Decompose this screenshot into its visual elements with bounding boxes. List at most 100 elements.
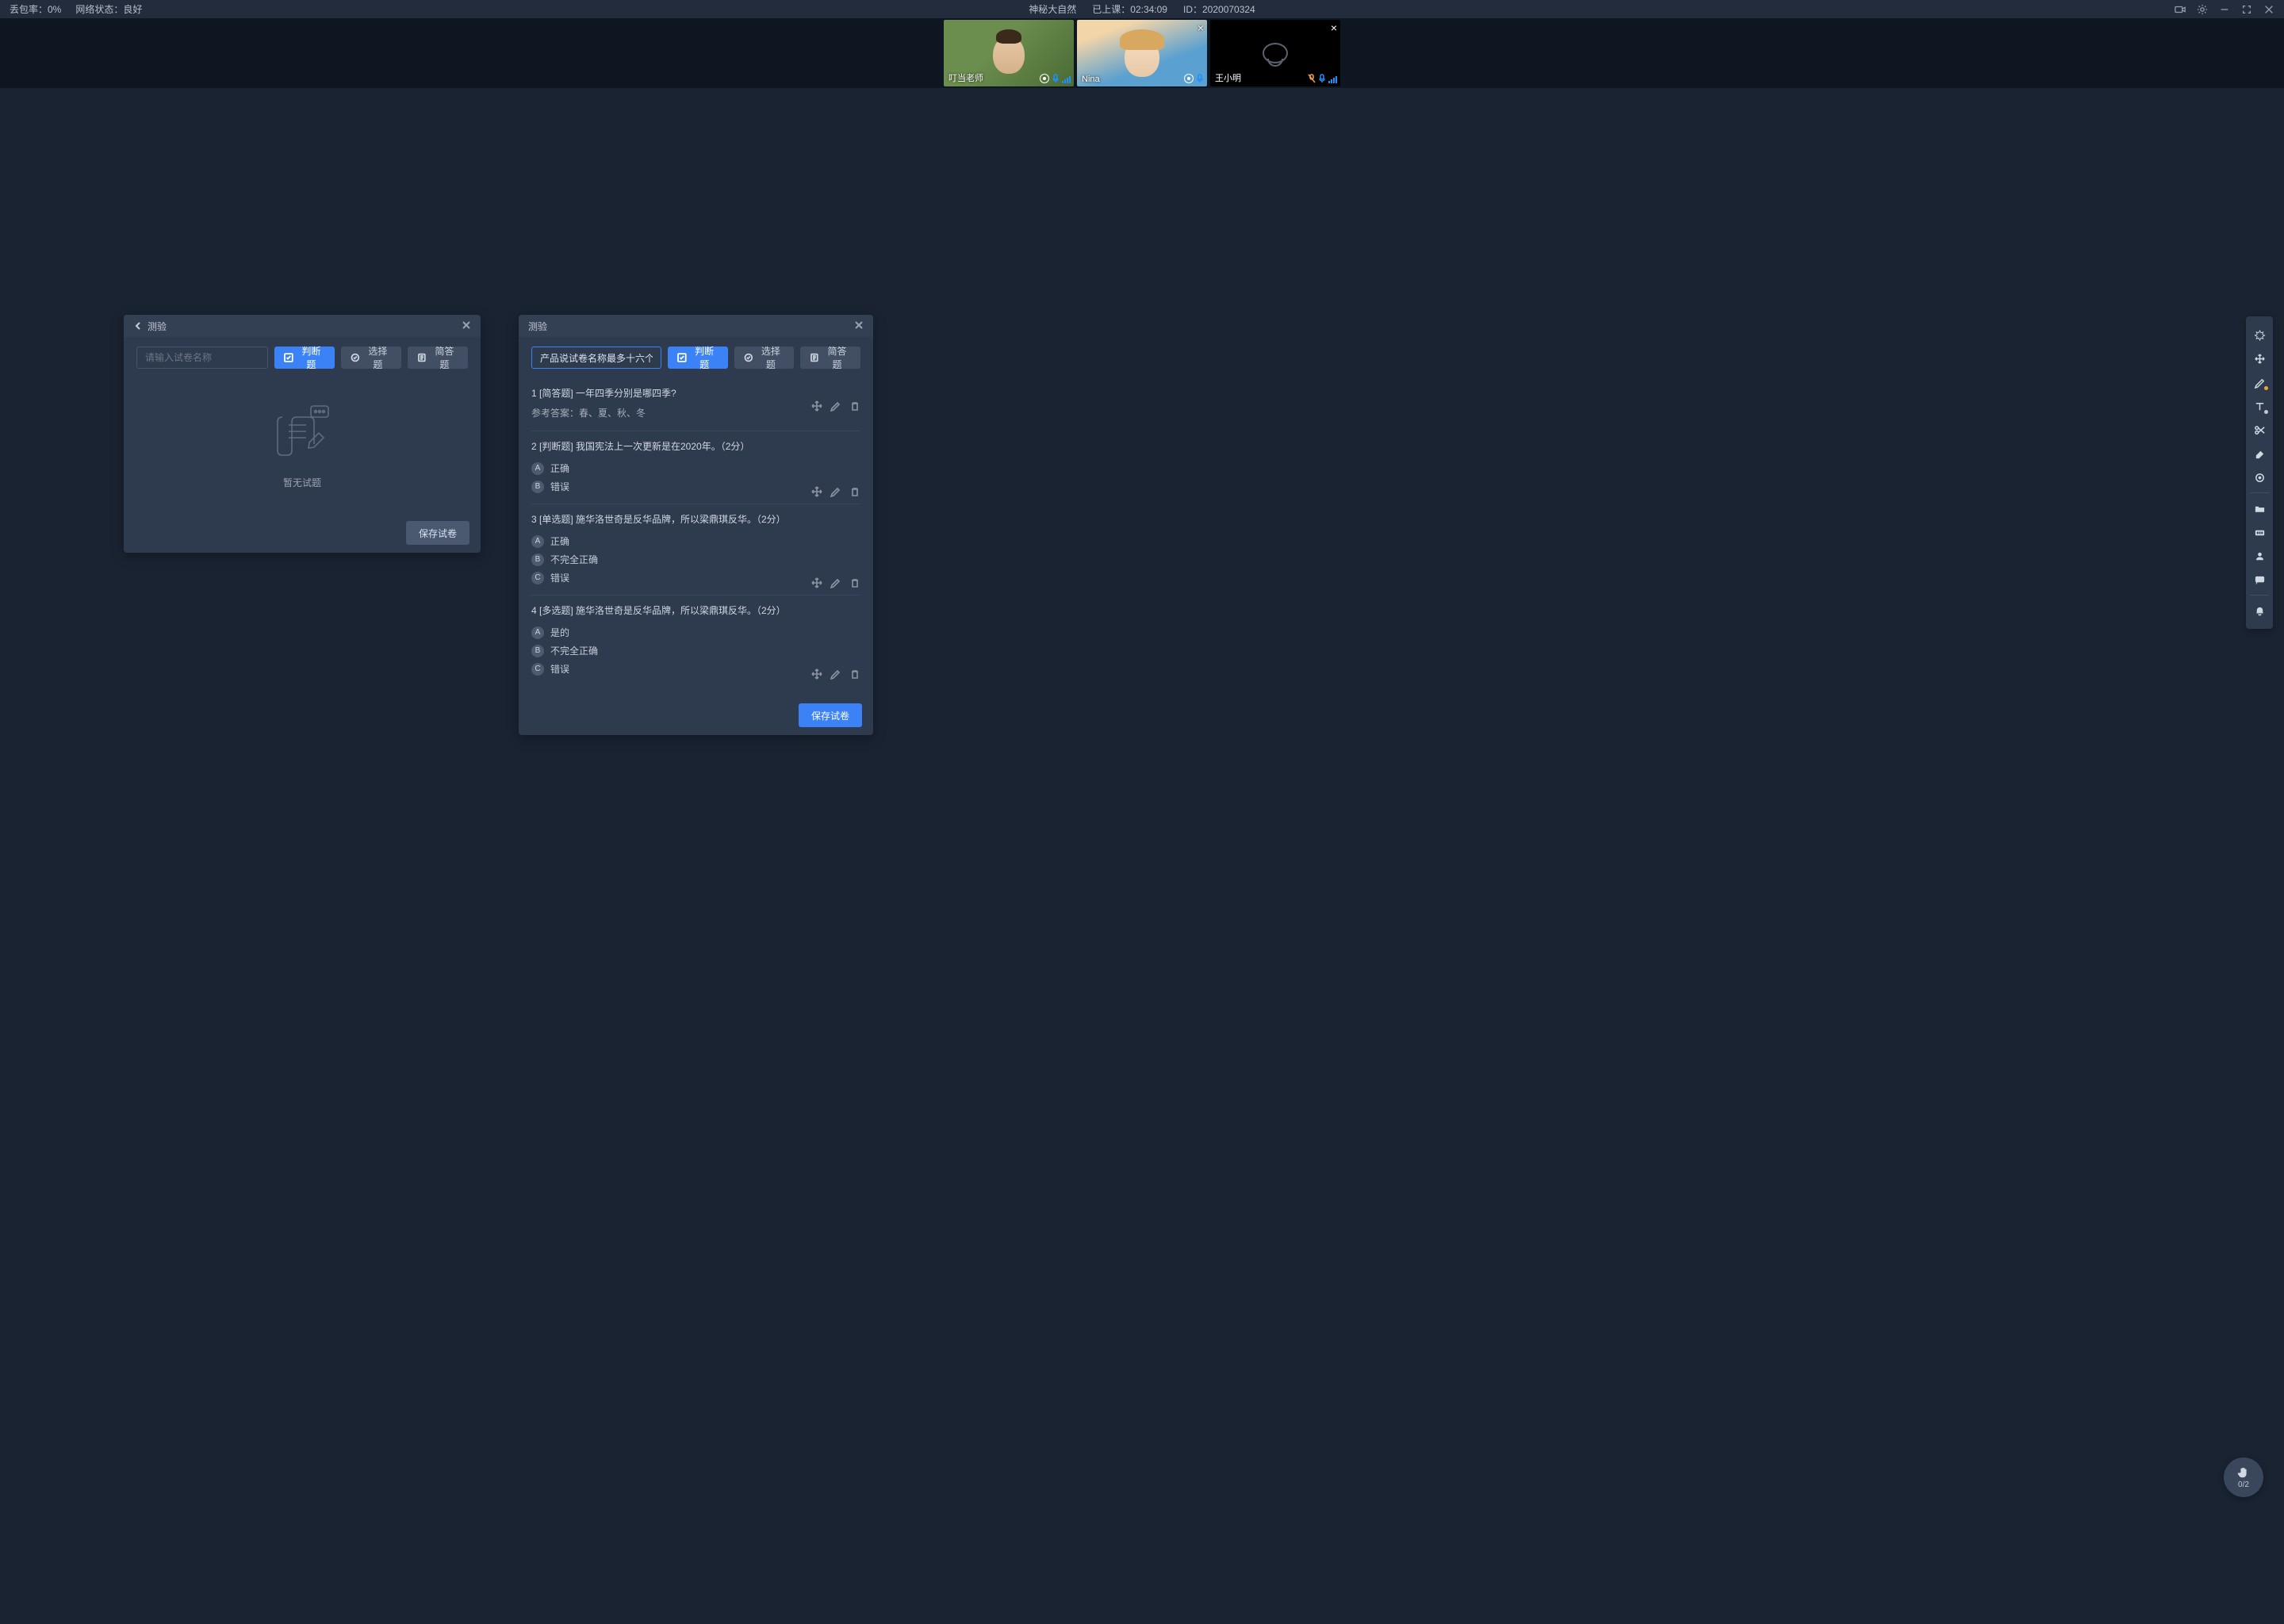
video-tile-student-2[interactable]: × 王小明 [1210,20,1340,86]
save-quiz-button[interactable]: 保存试卷 [799,703,862,727]
delete-icon[interactable] [849,577,860,588]
option-text: 正确 [550,462,569,475]
mic-on-icon [1052,74,1060,83]
question-item: 4 [多选题] 施华洛世奇是反华品牌，所以梁鼎琪反华。（2分） A是的 B不完全… [531,596,860,686]
raise-hand-count: 0/2 [2238,1480,2249,1489]
edit-icon[interactable] [830,486,841,497]
option-text: 是的 [550,626,569,639]
tool-text[interactable] [2246,394,2273,418]
save-quiz-button[interactable]: 保存试卷 [406,521,469,545]
move-icon[interactable] [811,577,822,588]
tool-laser[interactable] [2246,465,2273,489]
video-strip: 叮当老师 × Nina × 王小明 [0,18,2284,88]
choice-icon [351,353,360,362]
focus-icon [1184,74,1194,83]
short-answer-icon [810,353,819,362]
tool-scissors[interactable] [2246,418,2273,442]
tool-chat[interactable] [2246,568,2273,592]
whiteboard-area: 测验 判断题 选择题 简答题 [0,88,2284,1624]
quiz-name-input[interactable] [136,347,268,369]
add-short-answer-button[interactable]: 简答题 [800,347,860,369]
panel-close-icon[interactable] [462,320,471,332]
title-bar: 丢包率：0% 网络状态：良好 神秘大自然 已上课：02:34:09 ID：202… [0,0,2284,18]
choice-icon [744,353,753,362]
back-icon[interactable] [133,321,143,331]
empty-text: 暂无试题 [283,476,321,489]
packet-loss-label: 丢包率：0% [10,2,61,16]
mic-muted-icon [1308,74,1316,83]
option-text: 不完全正确 [550,644,598,657]
add-judge-button[interactable]: 判断题 [668,347,728,369]
tool-pen[interactable] [2246,370,2273,394]
minimize-icon[interactable] [2219,4,2230,15]
tool-folder[interactable] [2246,496,2273,520]
question-item: 2 [判断题] 我国宪法上一次更新是在2020年。（2分） A 正确 B 错误 [531,431,860,504]
add-short-answer-button[interactable]: 简答题 [408,347,468,369]
raise-hand-icon [2236,1465,2251,1480]
option-badge: C [531,572,544,584]
option-badge: C [531,663,544,676]
question-title: 1 [简答题] 一年四季分别是哪四季? [531,386,860,400]
toolbar-separator [2250,595,2269,596]
raise-hand-button[interactable]: 0/2 [2224,1457,2263,1497]
question-title: 2 [判断题] 我国宪法上一次更新是在2020年。（2分） [531,439,860,453]
add-judge-button[interactable]: 判断题 [274,347,335,369]
settings-icon[interactable] [2197,4,2208,15]
tool-participants[interactable] [2246,544,2273,568]
close-icon[interactable] [2263,4,2274,15]
edit-icon[interactable] [830,668,841,680]
question-title: 4 [多选题] 施华洛世奇是反华品牌，所以梁鼎琪反华。（2分） [531,603,860,617]
judge-icon [284,353,293,362]
judge-icon [677,353,687,362]
option-text: 错误 [550,662,569,676]
tool-move[interactable] [2246,347,2273,370]
focus-icon [1040,74,1049,83]
tile-close-icon[interactable]: × [1198,21,1204,34]
move-icon[interactable] [811,486,822,497]
delete-icon[interactable] [849,668,860,680]
audio-level-icon [1328,76,1337,83]
delete-icon[interactable] [849,486,860,497]
option-badge: A [531,462,544,475]
edit-icon[interactable] [830,400,841,412]
mic-on-icon [1318,74,1326,83]
color-indicator-icon [2264,410,2268,414]
empty-illustration-icon [266,403,338,466]
participant-name: 叮当老师 [948,71,983,84]
add-choice-button[interactable]: 选择题 [341,347,401,369]
short-answer-icon [417,353,427,362]
tile-close-icon[interactable]: × [1331,21,1337,34]
move-icon[interactable] [811,668,822,680]
option-badge: B [531,481,544,493]
question-item: 3 [单选题] 施华洛世奇是反华品牌，所以梁鼎琪反华。（2分） A正确 B不完全… [531,504,860,596]
video-tile-student-1[interactable]: × Nina [1077,20,1207,86]
tool-widgets[interactable] [2246,520,2273,544]
question-item: 1 [简答题] 一年四季分别是哪四季? 参考答案：春、夏、秋、冬 [531,378,860,431]
video-tile-teacher[interactable]: 叮当老师 [944,20,1074,86]
panel-title: 测验 [528,320,547,333]
camera-switch-icon[interactable] [2175,4,2186,15]
quiz-panel-empty: 测验 判断题 选择题 简答题 [124,315,481,553]
tool-eraser[interactable] [2246,442,2273,465]
option-badge: B [531,553,544,566]
tool-bell[interactable] [2246,599,2273,622]
toolbar-separator [2250,492,2269,493]
option-badge: A [531,535,544,548]
delete-icon[interactable] [849,400,860,412]
move-icon[interactable] [811,400,822,412]
add-choice-button[interactable]: 选择题 [734,347,795,369]
panel-close-icon[interactable] [854,320,864,332]
participant-name: Nina [1082,75,1100,84]
network-status-label: 网络状态：良好 [75,2,142,16]
tool-select[interactable] [2246,323,2273,347]
tools-sidebar [2246,316,2273,629]
question-title: 3 [单选题] 施华洛世奇是反华品牌，所以梁鼎琪反华。（2分） [531,512,860,526]
option-text: 错误 [550,571,569,584]
participant-name: 王小明 [1215,71,1241,84]
class-title: 神秘大自然 [1029,2,1076,16]
maximize-icon[interactable] [2241,4,2252,15]
option-text: 错误 [550,480,569,493]
edit-icon[interactable] [830,577,841,588]
quiz-name-input[interactable] [531,347,661,369]
option-text: 正确 [550,534,569,548]
